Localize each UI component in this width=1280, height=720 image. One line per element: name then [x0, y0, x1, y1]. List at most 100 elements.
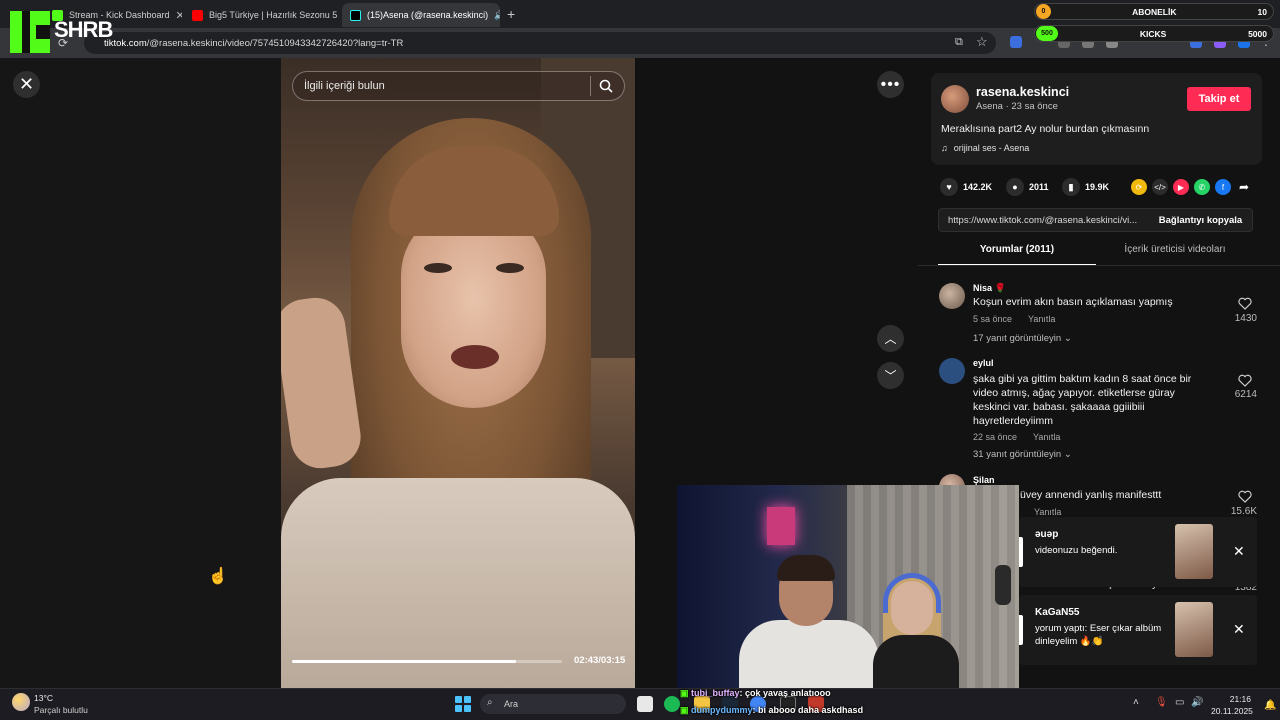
taskbar-search[interactable]: Ara: [480, 694, 626, 714]
windows-start-button[interactable]: [455, 696, 471, 712]
video-person-face: [401, 208, 546, 408]
share-arrow-icon[interactable]: ➦: [1236, 179, 1252, 195]
video-person-eye: [424, 263, 452, 273]
notification-accent: [1019, 615, 1023, 645]
like-count: 142.2K: [963, 182, 993, 192]
embed-icon[interactable]: </>: [1152, 179, 1168, 195]
search-placeholder: İlgili içeriği bulun: [304, 80, 385, 92]
repost-icon[interactable]: ⟳: [1131, 179, 1147, 195]
follow-button[interactable]: Takip et: [1187, 87, 1251, 111]
close-icon[interactable]: ✕: [1233, 621, 1245, 638]
video-player[interactable]: [281, 58, 635, 688]
music-label: orijinal ses - Asena: [953, 143, 1030, 153]
comment-meta: 22 sa önce Yanıtla: [973, 432, 1060, 442]
coin-icon: 0: [1036, 4, 1051, 19]
comment-icon: ●: [1006, 178, 1024, 196]
close-icon[interactable]: ✕: [1233, 543, 1245, 560]
webcam-person-body: [739, 620, 879, 688]
copy-link-button[interactable]: Bağlantıyı kopyala: [1149, 215, 1252, 226]
video-progress-fill: [292, 660, 517, 663]
comment-like-icon[interactable]: [1238, 297, 1252, 310]
close-icon[interactable]: ✕: [176, 9, 182, 22]
next-video-button[interactable]: ﹀: [877, 362, 904, 389]
close-video-button[interactable]: ✕: [13, 71, 40, 98]
volume-icon[interactable]: 🔊: [1191, 697, 1203, 708]
tab-creator-videos[interactable]: İçerik üreticisi videoları: [1096, 244, 1254, 264]
notifications-bell-icon[interactable]: 🔔: [1264, 700, 1276, 711]
extension-icon[interactable]: [1010, 36, 1022, 48]
comment-author[interactable]: Şilan: [973, 475, 995, 485]
install-app-icon[interactable]: ⧉: [955, 36, 963, 49]
facebook-icon[interactable]: f: [1215, 179, 1231, 195]
weather-description[interactable]: Parçalı bulutlu: [34, 705, 88, 715]
notification-accent: [1019, 537, 1023, 567]
view-replies-button[interactable]: 31 yanıt görüntüleyin ⌄: [973, 449, 1072, 460]
network-icon[interactable]: ▭: [1175, 697, 1184, 708]
related-search-input[interactable]: İlgili içeriği bulun: [292, 71, 625, 101]
send-icon[interactable]: ▶: [1173, 179, 1189, 195]
view-replies-button[interactable]: 17 yanıt görüntüleyin ⌄: [973, 333, 1072, 344]
webcam-person-body: [873, 635, 959, 688]
whatsapp-icon[interactable]: ✆: [1194, 179, 1210, 195]
comment-avatar[interactable]: [939, 283, 965, 309]
comment-avatar[interactable]: [939, 358, 965, 384]
comment-text: üvey annendi yanlış manifesttt: [1020, 489, 1162, 501]
tab-label: Big5 Türkiye | Hazırlık Sezonu 5: [209, 10, 338, 20]
video-timecode: 02:43/03:15: [574, 655, 626, 666]
chevron-down-icon: ﹀: [884, 369, 897, 383]
creator-meta: Asena · 23 sa önce: [976, 101, 1058, 112]
tab-label: (15)Asena (@rasena.keskinci): [367, 10, 489, 20]
previous-video-button[interactable]: ︿: [877, 325, 904, 352]
tray-overflow-icon[interactable]: ˄: [1133, 697, 1139, 708]
weather-temperature[interactable]: 13°C: [34, 693, 53, 703]
comment-count: 2011: [1029, 182, 1049, 192]
music-note-icon: ♫: [941, 143, 948, 153]
save-count: 19.9K: [1085, 182, 1110, 192]
replies-label: 17 yanıt görüntüleyin: [973, 333, 1062, 344]
creator-username[interactable]: rasena.keskinci: [976, 85, 1069, 99]
video-link[interactable]: https://www.tiktok.com/@rasena.keskinci/…: [939, 215, 1149, 226]
comment-author[interactable]: eylul: [973, 358, 994, 368]
speaker-icon[interactable]: 🔊: [494, 10, 500, 21]
subscription-counter: 0 ABONELİK 10: [1034, 3, 1274, 20]
microphone-icon[interactable]: 🎙: [1155, 697, 1168, 708]
creator-avatar[interactable]: [941, 85, 969, 113]
comment-stat[interactable]: ● 2011: [1006, 177, 1049, 197]
notification-body: videonuzu beğendi.: [1035, 545, 1118, 556]
counter-value: 10: [1257, 6, 1267, 17]
video-person-eye: [496, 263, 524, 273]
clock-date[interactable]: 20.11.2025: [1211, 706, 1253, 716]
notification-thumbnail: [1175, 602, 1213, 657]
chevron-down-icon: ⌄: [1063, 449, 1072, 460]
spotify-icon[interactable]: [664, 696, 680, 712]
comment-like-icon[interactable]: [1238, 490, 1252, 503]
new-tab-button[interactable]: +: [507, 6, 515, 22]
tab-divider: [918, 265, 1280, 266]
chevron-down-icon: ⌄: [1063, 333, 1072, 344]
weather-icon[interactable]: [12, 693, 30, 711]
reply-button[interactable]: Yanıtla: [1028, 314, 1055, 324]
save-stat[interactable]: ▮ 19.9K: [1062, 177, 1109, 197]
like-stat[interactable]: ♥ 142.2K: [940, 177, 992, 197]
tab-youtube[interactable]: Big5 Türkiye | Hazırlık Sezonu 5 ✕: [184, 3, 340, 27]
notification-comment[interactable]: KaGaN55 yorum yaptı: Eser çıkar albüm di…: [1019, 595, 1257, 665]
task-view-icon[interactable]: [637, 696, 653, 712]
comment-author[interactable]: Nisa 🌹: [973, 283, 1006, 294]
search-icon[interactable]: [599, 79, 613, 93]
tab-comments[interactable]: Yorumlar (2011): [938, 244, 1096, 266]
heart-icon: ♥: [940, 178, 958, 196]
kick-logo-icon: [10, 11, 50, 53]
tab-tiktok[interactable]: (15)Asena (@rasena.keskinci) 🔊 ✕: [342, 3, 500, 27]
bookmark-star-icon[interactable]: ☆: [976, 34, 988, 50]
url-field[interactable]: tiktok.com/@rasena.keskinci/video/757451…: [84, 32, 996, 54]
reply-button[interactable]: Yanıtla: [1033, 432, 1060, 442]
microphone-icon: [995, 565, 1011, 605]
post-music[interactable]: ♫ orijinal ses - Asena: [941, 143, 1029, 153]
comment-like-icon[interactable]: [1238, 374, 1252, 387]
more-options-button[interactable]: •••: [877, 71, 904, 98]
clock-time[interactable]: 21:16: [1224, 694, 1251, 704]
brand-text: SHRB: [54, 17, 113, 42]
notification-like[interactable]: əuəp videonuzu beğendi. ✕: [1019, 517, 1257, 587]
kicks-counter: 500 KICKS 5000: [1034, 25, 1274, 42]
reply-button[interactable]: Yanıtla: [1034, 507, 1061, 517]
